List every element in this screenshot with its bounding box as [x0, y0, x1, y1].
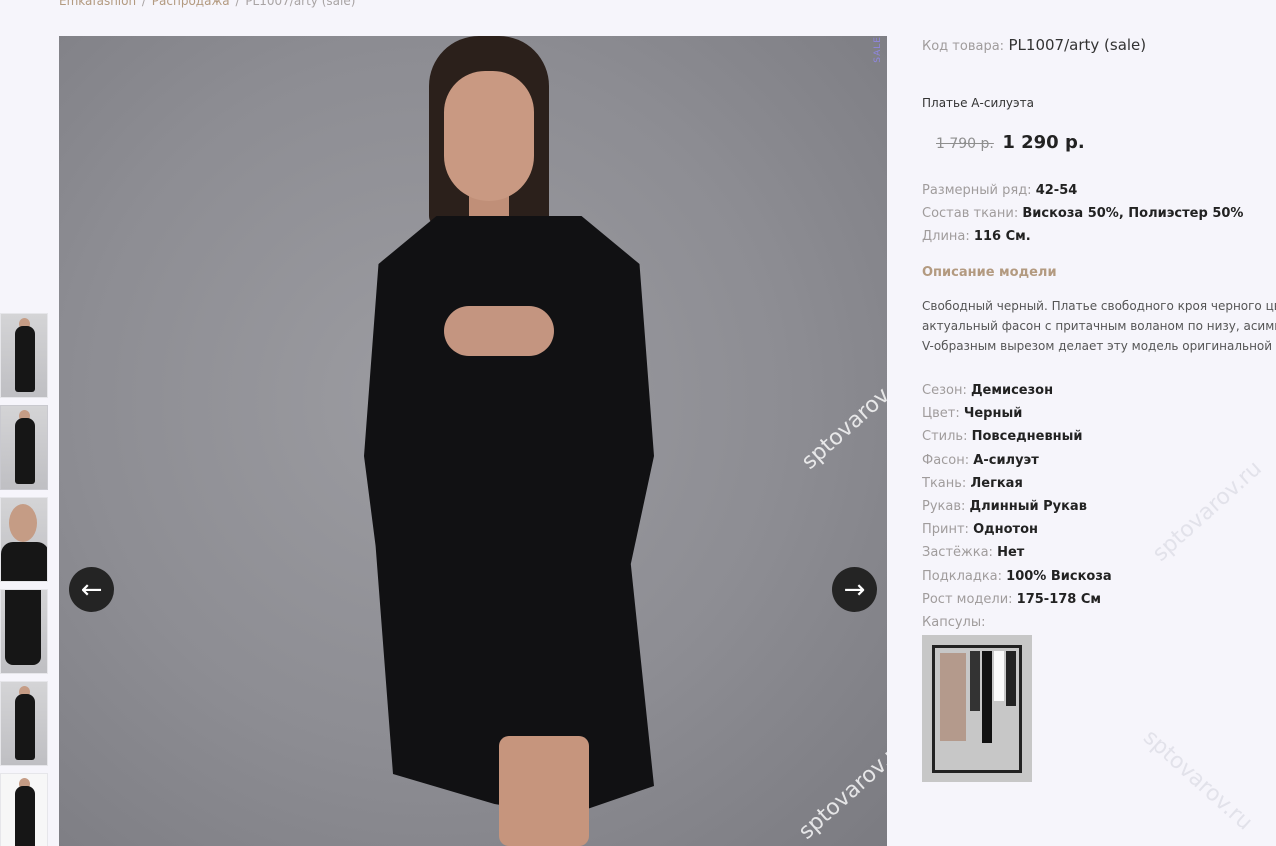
product-main-image[interactable]: SALE sptovarov.ru sptovarov.ru ← →: [59, 36, 887, 846]
attribute-value: Нет: [997, 545, 1025, 561]
model-photo-face: [444, 71, 534, 201]
property-value: 116 См.: [973, 229, 1031, 244]
attribute-label: Подкладка:: [922, 568, 1003, 584]
arrow-right-icon: →: [843, 574, 866, 605]
property-label: Размерный ряд:: [922, 183, 1032, 198]
breadcrumb-link-sale[interactable]: Распродажа: [152, 0, 230, 8]
description-line: Свободный черный. Платье свободного кроя…: [922, 299, 1276, 313]
attribute-label: Сезон:: [922, 383, 967, 398]
attribute-value: Длинный Рукав: [969, 499, 1087, 515]
attribute-label: Ткань:: [922, 475, 967, 491]
thumbnail-2[interactable]: [0, 405, 48, 490]
property-length: Длина: 116 См.: [922, 225, 1276, 248]
attribute-value: Демисезон: [970, 383, 1054, 398]
attribute-value: Повседневный: [971, 429, 1083, 445]
breadcrumb: Emkafashion / Распродажа / PL1007/arty (…: [59, 0, 359, 9]
thumbnail-3[interactable]: [0, 497, 48, 582]
breadcrumb-current: PL1007/arty (sale): [245, 0, 356, 8]
breadcrumb-separator: /: [235, 0, 240, 8]
attribute-value: Однотон: [973, 522, 1038, 538]
attribute-label: Рост модели:: [922, 591, 1013, 607]
capsule-thumbnail[interactable]: [922, 635, 1032, 783]
thumbnail-1[interactable]: [0, 313, 48, 398]
product-subtitle: Платье А-силуэта: [922, 96, 1034, 110]
attribute-print: Принт: Однотон: [922, 518, 1276, 541]
product-code-value: PL1007/arty (sale): [1008, 36, 1147, 54]
old-price: 1 790 р.: [936, 136, 994, 152]
thumbnail-5[interactable]: [0, 681, 48, 766]
attribute-label: Цвет:: [922, 406, 960, 422]
attribute-season: Сезон: Демисезон: [922, 379, 1276, 402]
attribute-label: Принт:: [922, 522, 969, 538]
new-price: 1 290 р.: [1002, 132, 1085, 153]
attribute-color: Цвет: Черный: [922, 402, 1276, 425]
model-photo-hands: [444, 306, 554, 356]
attribute-value: 100% Вискоза: [1006, 568, 1112, 584]
description-title: Описание модели: [922, 265, 1057, 280]
attribute-value: А-силуэт: [973, 452, 1039, 468]
thumbnail-4[interactable]: [0, 589, 48, 674]
next-image-button[interactable]: →: [832, 567, 877, 612]
property-label: Состав ткани:: [922, 206, 1019, 221]
attribute-fastener: Застёжка: Нет: [922, 541, 1276, 564]
watermark: sptovarov.ru: [794, 734, 887, 845]
description-line: V-образным вырезом делает эту модель ори…: [922, 339, 1276, 353]
attribute-value: 175-178 См: [1016, 591, 1102, 607]
attribute-value: Черный: [963, 406, 1023, 422]
thumbnail-strip: [0, 313, 48, 846]
attribute-model-height: Рост модели: 175-178 См: [922, 588, 1276, 611]
attribute-label: Капсулы:: [922, 615, 986, 631]
attribute-label: Застёжка:: [922, 545, 993, 561]
attribute-lining: Подкладка: 100% Вискоза: [922, 565, 1276, 588]
property-value: 42-54: [1035, 183, 1078, 198]
attribute-label: Фасон:: [922, 452, 970, 468]
thumbnail-6[interactable]: [0, 773, 48, 846]
breadcrumb-separator: /: [141, 0, 146, 8]
property-label: Длина:: [922, 229, 970, 244]
product-code-label: Код товара:: [922, 39, 1005, 54]
sale-badge: SALE: [873, 36, 883, 63]
description-line: актуальный фасон с притачным воланом по …: [922, 319, 1276, 333]
basic-properties: Размерный ряд: 42-54 Состав ткани: Виско…: [922, 179, 1276, 248]
attribute-fit: Фасон: А-силуэт: [922, 449, 1276, 472]
description-text: Свободный черный. Платье свободного кроя…: [922, 296, 1276, 356]
breadcrumb-link-home[interactable]: Emkafashion: [59, 0, 136, 8]
product-info-panel: Код товара: PL1007/arty (sale) Платье А-…: [922, 35, 1276, 783]
property-size: Размерный ряд: 42-54: [922, 179, 1276, 202]
prev-image-button[interactable]: ←: [69, 567, 114, 612]
watermark: sptovarov.ru: [797, 364, 887, 475]
price-row: 1 790 р. 1 290 р.: [936, 132, 1276, 153]
arrow-left-icon: ←: [80, 574, 103, 605]
attribute-value: Легкая: [970, 475, 1023, 491]
property-fabric: Состав ткани: Вискоза 50%, Полиэстер 50%: [922, 202, 1276, 225]
attribute-label: Рукав:: [922, 499, 966, 515]
product-code-row: Код товара: PL1007/arty (sale): [922, 35, 1276, 57]
attribute-capsules: Капсулы:: [922, 611, 1276, 634]
property-value: Вискоза 50%, Полиэстер 50%: [1022, 206, 1244, 221]
model-photo-legs: [499, 736, 589, 846]
attribute-style: Стиль: Повседневный: [922, 425, 1276, 448]
attribute-label: Стиль:: [922, 429, 968, 445]
